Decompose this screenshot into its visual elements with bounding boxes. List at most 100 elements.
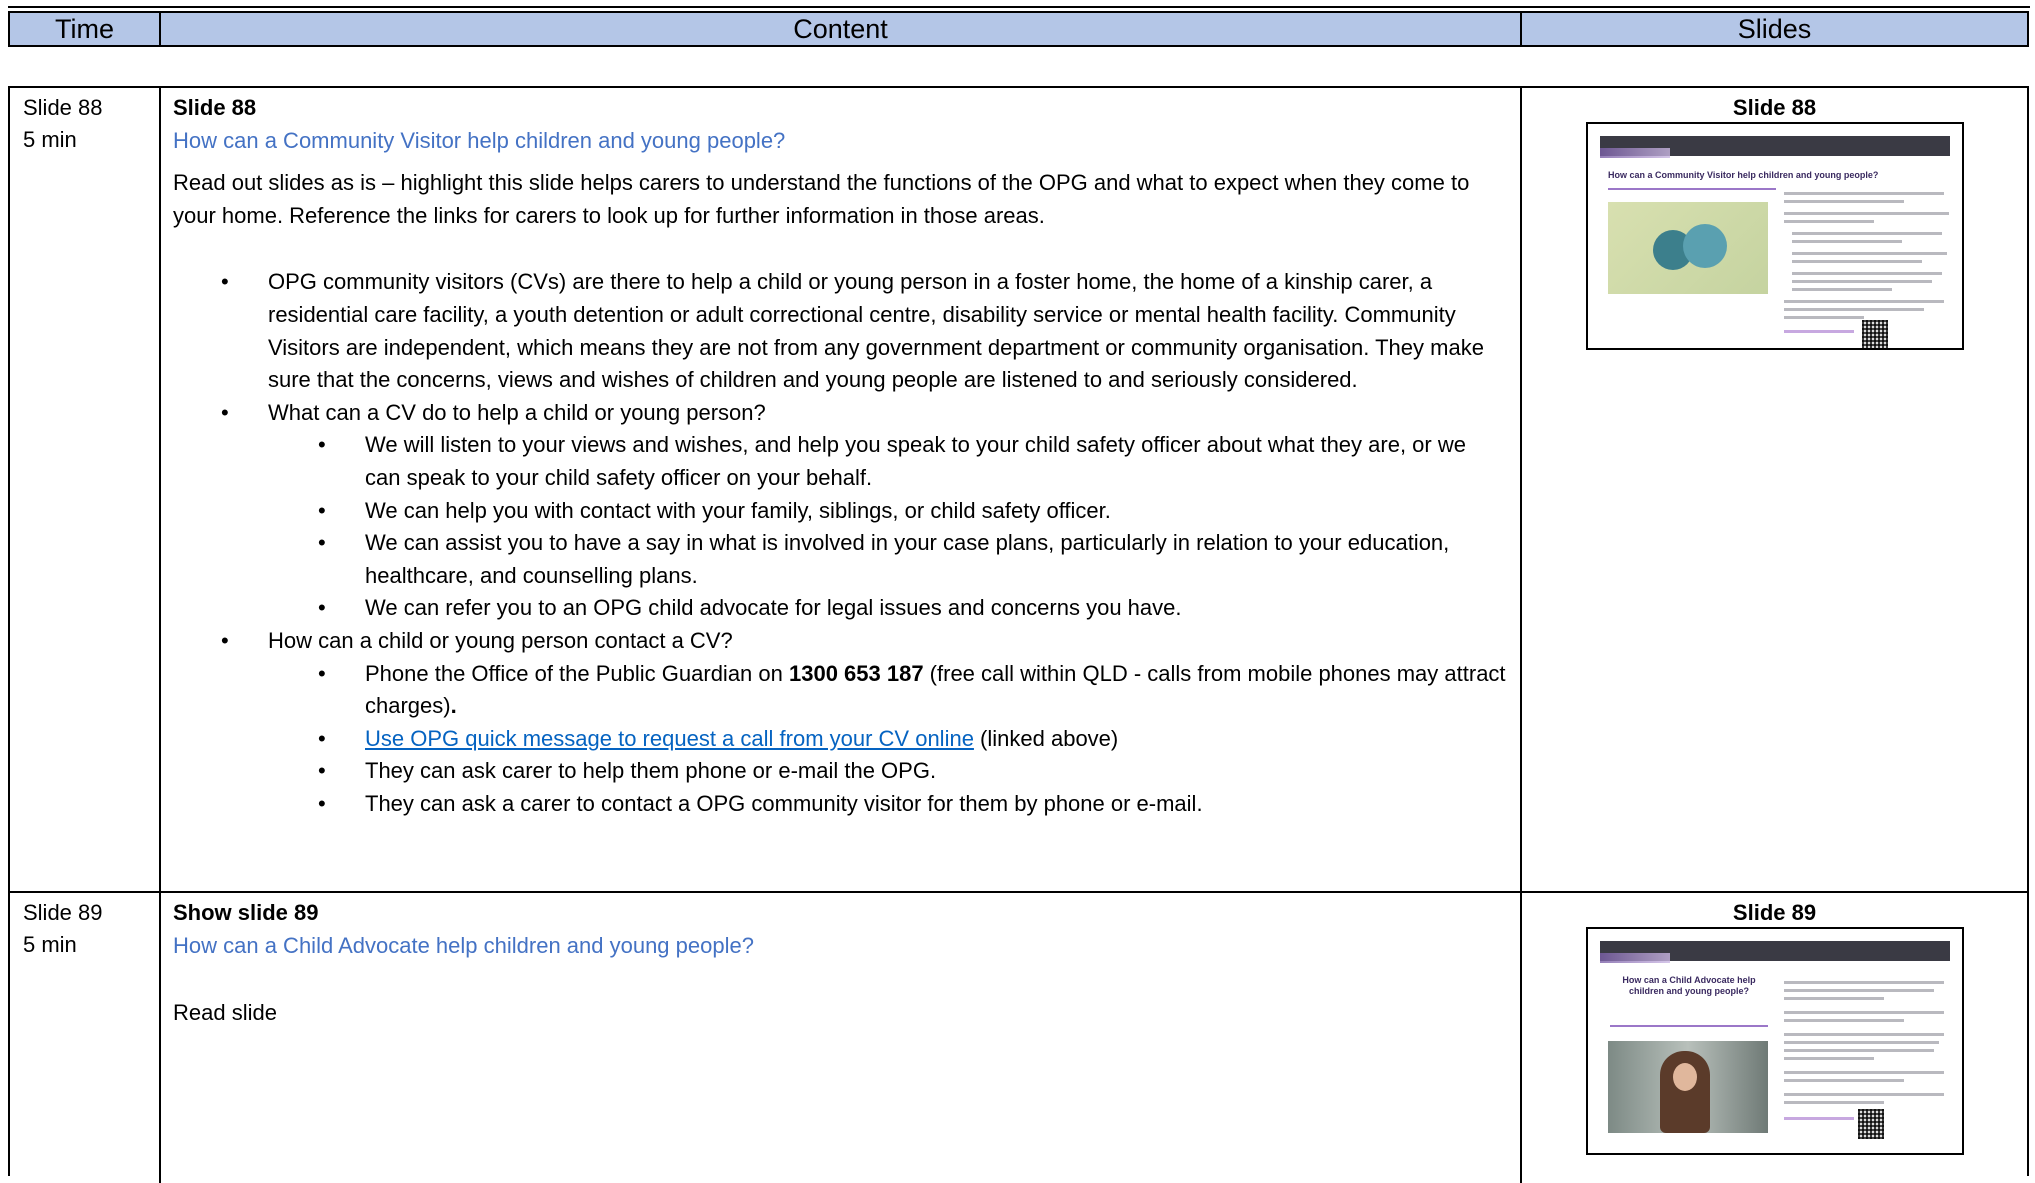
list-item-text: We will listen to your views and wishes,… — [365, 432, 1466, 490]
thumb-text-line — [1792, 260, 1922, 263]
slide-label: Slide 89 — [1732, 900, 1817, 925]
time-cell: Slide 89 5 min — [10, 893, 161, 1183]
thumb-text-line — [1784, 1011, 1944, 1014]
thumb-divider — [1608, 188, 1776, 190]
thumb-link-line — [1784, 1117, 1854, 1120]
phone-text-pre: Phone the Office of the Public Guardian … — [365, 660, 789, 686]
thumb-photo — [1608, 1041, 1768, 1133]
thumb-text-line — [1784, 1033, 1944, 1036]
table-header: Time Content Slides — [8, 11, 2029, 47]
header-time: Time — [10, 13, 161, 45]
thumb-text-line — [1784, 1057, 1874, 1060]
thumb-text-line — [1784, 1079, 1904, 1082]
duration: 5 min — [23, 127, 77, 152]
list-item-text: We can help you with contact with your f… — [365, 497, 1111, 523]
thumb-wave — [1600, 953, 1670, 963]
intro-paragraph: Read slide — [173, 1000, 277, 1026]
duration: 5 min — [23, 932, 77, 957]
slide-label: Slide 88 — [1732, 95, 1817, 120]
list-item: • What can a CV do to help a child or yo… — [173, 397, 1520, 430]
thumb-text-line — [1784, 981, 1944, 984]
top-rule — [8, 6, 2030, 8]
bullet-icon: • — [221, 627, 229, 653]
thumb-text-line — [1784, 1071, 1944, 1074]
list-item: • Phone the Office of the Public Guardia… — [173, 658, 1520, 723]
thumb-link-line — [1784, 330, 1854, 333]
content-cell: Show slide 89 How can a Child Advocate h… — [161, 893, 1522, 1183]
list-item-text: How can a child or young person contact … — [268, 627, 733, 653]
thumb-text-line — [1784, 212, 1949, 215]
thumb-photo-face — [1673, 1063, 1697, 1091]
slide-number: Slide 89 — [23, 900, 103, 925]
thumb-text-line — [1792, 288, 1892, 291]
intro-paragraph: Read out slides as is – highlight this s… — [173, 170, 1470, 228]
slide-heading: Slide 88 — [173, 95, 257, 120]
thumb-text-line — [1784, 220, 1874, 223]
quick-message-link[interactable]: Use OPG quick message to request a call … — [365, 726, 974, 751]
slide-number: Slide 88 — [23, 95, 103, 120]
list-item-text: What can a CV do to help a child or youn… — [268, 399, 766, 425]
thumb-text-line — [1784, 1093, 1944, 1096]
thumb-title: How can a Child Advocate help children a… — [1622, 975, 1756, 996]
thumb-wave — [1600, 148, 1670, 158]
list-item-text: We can assist you to have a say in what … — [365, 530, 1450, 588]
slide-thumbnail[interactable]: How can a Community Visitor help childre… — [1586, 122, 1964, 350]
thumb-text-line — [1784, 1049, 1934, 1052]
bullet-icon: • — [318, 660, 326, 686]
thumb-divider — [1610, 1025, 1768, 1027]
thumb-text-line — [1784, 200, 1904, 203]
slides-cell: Slide 88 How can a Community Visitor hel… — [1522, 88, 2027, 891]
thumb-text-line — [1792, 272, 1942, 275]
thumb-text-line — [1784, 997, 1884, 1000]
thumb-image — [1608, 202, 1768, 294]
thumb-text-line — [1784, 308, 1924, 311]
bullet-icon: • — [318, 725, 326, 751]
thumb-text-line — [1784, 1019, 1904, 1022]
bullet-icon: • — [318, 530, 326, 556]
thumb-text-line — [1792, 252, 1947, 255]
bullet-icon: • — [318, 758, 326, 784]
list-item-text: OPG community visitors (CVs) are there t… — [268, 269, 1484, 393]
list-item: • We can refer you to an OPG child advoc… — [173, 592, 1520, 625]
thumb-text-line — [1784, 300, 1944, 303]
bullet-icon: • — [318, 432, 326, 458]
list-item: • They can ask a carer to contact a OPG … — [173, 788, 1520, 821]
list-item: • Use OPG quick message to request a cal… — [173, 723, 1520, 756]
bullet-icon: • — [318, 790, 326, 816]
slides-cell: Slide 89 How can a Child Advocate help c… — [1522, 893, 2027, 1183]
table-row: Slide 89 5 min Show slide 89 How can a C… — [10, 893, 2027, 1183]
slide-thumbnail[interactable]: How can a Child Advocate help children a… — [1586, 927, 1964, 1155]
bullet-list: • OPG community visitors (CVs) are there… — [173, 266, 1520, 820]
bullet-icon: • — [318, 595, 326, 621]
bullet-icon: • — [221, 399, 229, 425]
header-content: Content — [161, 13, 1522, 45]
thumb-text-line — [1784, 192, 1944, 195]
list-item-text: We can refer you to an OPG child advocat… — [365, 595, 1182, 621]
list-item: • OPG community visitors (CVs) are there… — [173, 266, 1520, 396]
thumb-text-line — [1784, 316, 1864, 319]
slide-subtitle: How can a Community Visitor help childre… — [173, 127, 786, 153]
list-item: • We can assist you to have a say in wha… — [173, 527, 1520, 592]
list-item: • We will listen to your views and wishe… — [173, 429, 1520, 494]
bullet-icon: • — [221, 269, 229, 295]
phone-text-end: . — [450, 693, 457, 719]
list-item: • We can help you with contact with your… — [173, 495, 1520, 528]
time-cell: Slide 88 5 min — [10, 88, 161, 891]
slide-heading: Show slide 89 — [173, 900, 319, 925]
link-note: (linked above) — [973, 725, 1119, 751]
header-slides: Slides — [1737, 13, 1812, 44]
session-table: Slide 88 5 min Slide 88 How can a Commun… — [8, 86, 2029, 1183]
list-item: • How can a child or young person contac… — [173, 625, 1520, 658]
thumb-text-line — [1792, 232, 1942, 235]
content-cell: Slide 88 How can a Community Visitor hel… — [161, 88, 1522, 891]
thumb-title: How can a Community Visitor help childre… — [1608, 170, 1879, 180]
thumb-text-line — [1784, 989, 1934, 992]
thumb-image-shape — [1683, 224, 1727, 268]
list-item-text: They can ask carer to help them phone or… — [365, 758, 937, 784]
bullet-icon: • — [318, 497, 326, 523]
qr-code-icon — [1858, 1109, 1884, 1139]
thumb-text-line — [1784, 1101, 1884, 1104]
table-row: Slide 88 5 min Slide 88 How can a Commun… — [10, 88, 2027, 893]
qr-code-icon — [1862, 320, 1888, 348]
phone-number: 1300 653 187 — [788, 660, 924, 686]
